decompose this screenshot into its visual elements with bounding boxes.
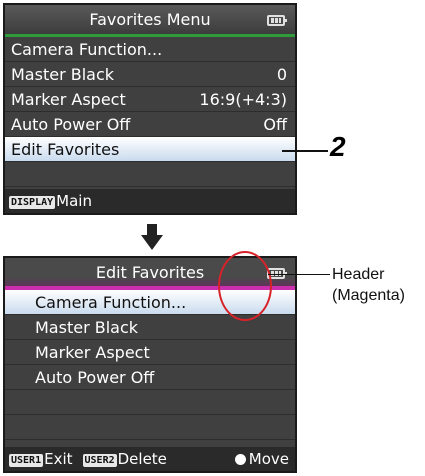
display-button-tag: DISPLAY [9, 196, 56, 209]
annotation-line [268, 274, 330, 275]
user2-button-tag: USER2 [82, 454, 117, 467]
menu-title: Favorites Menu [89, 10, 211, 29]
header-annotation: Header (Magenta) [332, 266, 405, 304]
menu-item-edit-favorites[interactable]: Edit Favorites [5, 137, 295, 162]
highlight-circle [218, 251, 272, 321]
menu-item-camera-function[interactable]: Camera Function... [5, 37, 295, 62]
menu-empty-row: - [5, 390, 295, 415]
edit-item-auto-power-off[interactable]: Auto Power Off [5, 365, 295, 390]
battery-icon [267, 15, 287, 26]
edit-item-marker-aspect[interactable]: Marker Aspect [5, 340, 295, 365]
exit-label: Exit [44, 450, 73, 468]
move-hint: Move [234, 447, 289, 471]
down-arrow-icon [141, 224, 163, 250]
delete-label: Delete [117, 450, 167, 468]
favorites-list: Camera Function... Master Black 0 Marker… [5, 37, 295, 187]
edit-footer: USER1 Exit USER2 Delete Move [5, 447, 295, 471]
menu-item-marker-aspect[interactable]: Marker Aspect 16:9(+4:3) [5, 87, 295, 112]
menu-empty-row: - [5, 162, 295, 187]
user1-button-tag: USER1 [9, 454, 44, 467]
menu-item-value: Off [263, 115, 287, 134]
favorites-menu-screen: Favorites Menu Camera Function... Master… [3, 3, 297, 215]
menu-item-master-black[interactable]: Master Black 0 [5, 62, 295, 87]
menu-footer: DISPLAY Main [5, 189, 295, 213]
menu-empty-row: - [5, 415, 295, 440]
footer-main-label: Main [56, 192, 92, 210]
step-number: 2 [330, 131, 346, 162]
menu-item-value: 0 [276, 65, 287, 84]
joystick-dot-icon [234, 454, 246, 465]
callout-line [282, 150, 328, 152]
move-label: Move [248, 450, 289, 468]
menu-item-auto-power-off[interactable]: Auto Power Off Off [5, 112, 295, 137]
menu-item-value: 16:9(+4:3) [199, 90, 287, 109]
menu-header: Favorites Menu [5, 5, 295, 37]
menu-title: Edit Favorites [95, 263, 205, 282]
